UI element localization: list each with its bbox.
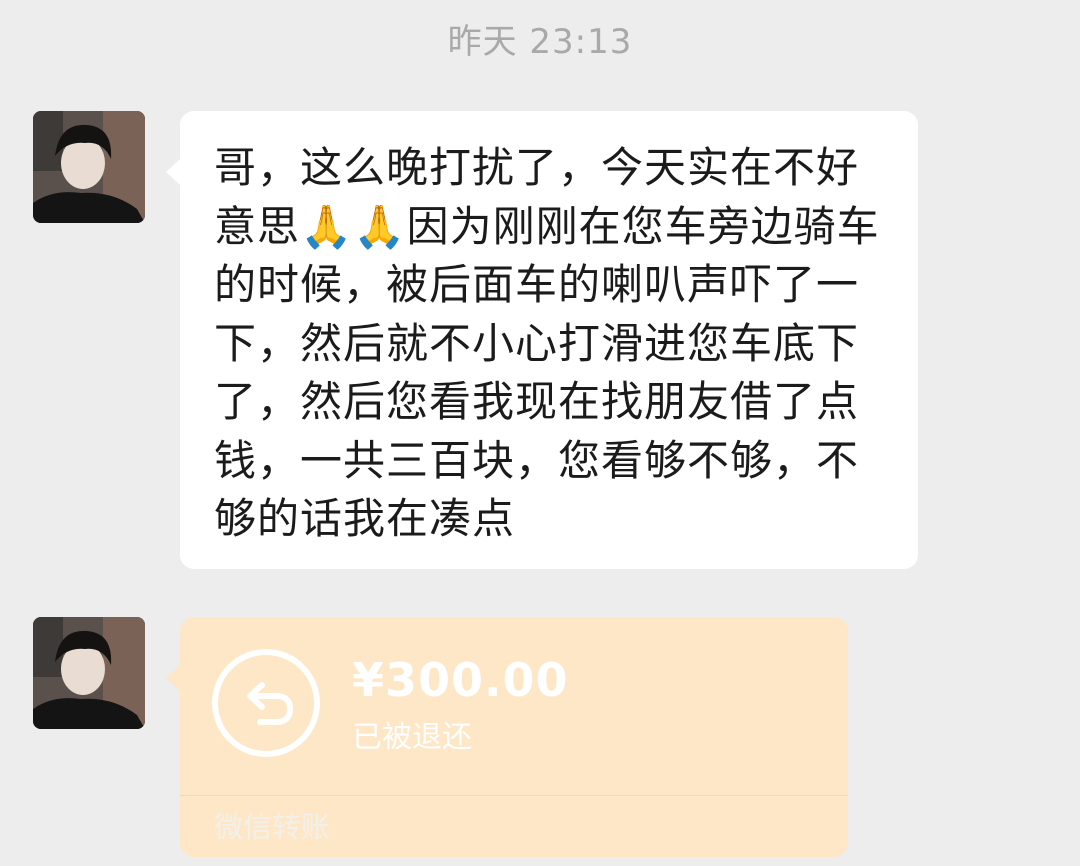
message-bubble[interactable]: 哥，这么晚打扰了，今天实在不好意思🙏🙏因为刚刚在您车旁边骑车的时候，被后面车的喇… <box>166 111 918 569</box>
transfer-amount: ¥300.00 <box>352 653 569 707</box>
transfer-card[interactable]: ¥300.00 已被退还 微信转账 <box>166 617 848 857</box>
transfer-divider <box>180 795 848 796</box>
chat-timestamp: 昨天 23:13 <box>447 22 633 62</box>
sender-avatar[interactable] <box>33 111 145 223</box>
transfer-status: 已被退还 <box>352 720 472 755</box>
return-arrow-icon <box>210 647 322 759</box>
transfer-label: 微信转账 <box>214 810 331 844</box>
message-text: 哥，这么晚打扰了，今天实在不好意思🙏🙏因为刚刚在您车旁边骑车的时候，被后面车的喇… <box>214 143 880 543</box>
sender-avatar[interactable] <box>33 617 145 729</box>
